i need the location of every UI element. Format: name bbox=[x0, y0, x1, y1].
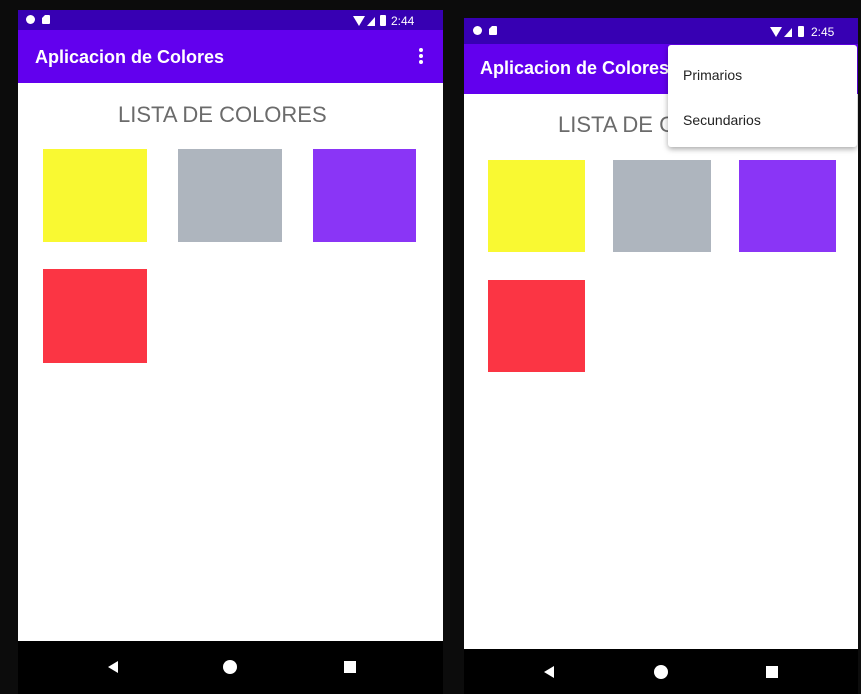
wifi-icon bbox=[353, 16, 365, 26]
page-heading: LISTA DE COLORES bbox=[118, 102, 327, 127]
recents-icon[interactable] bbox=[766, 666, 778, 678]
wifi-icon bbox=[770, 27, 782, 37]
nav-bar bbox=[464, 649, 858, 694]
sd-card-icon bbox=[42, 15, 50, 24]
battery-icon bbox=[380, 15, 386, 26]
menu-item-primarios[interactable]: Primarios bbox=[683, 67, 742, 83]
clock: 2:45 bbox=[811, 25, 835, 39]
app-title: Aplicacion de Colores bbox=[480, 58, 670, 78]
overflow-menu-icon[interactable] bbox=[419, 48, 423, 66]
home-icon[interactable] bbox=[223, 660, 237, 674]
phone-screen-left: 2:44 Aplicacion de Colores LISTA DE COLO… bbox=[18, 10, 443, 694]
color-swatch-red[interactable] bbox=[488, 280, 585, 372]
sd-card-icon bbox=[489, 26, 497, 35]
back-icon[interactable] bbox=[544, 666, 554, 678]
app-bar: Aplicacion de Colores bbox=[18, 30, 443, 83]
status-bar: 2:44 bbox=[18, 10, 443, 30]
back-icon[interactable] bbox=[108, 661, 118, 673]
color-swatch-gray[interactable] bbox=[178, 149, 282, 242]
color-swatch-purple[interactable] bbox=[313, 149, 416, 242]
app-title: Aplicacion de Colores bbox=[35, 47, 225, 67]
color-swatch-yellow[interactable] bbox=[488, 160, 585, 252]
color-swatch-gray[interactable] bbox=[613, 160, 711, 252]
color-swatch-red[interactable] bbox=[43, 269, 147, 363]
battery-icon bbox=[798, 26, 804, 37]
menu-item-secundarios[interactable]: Secundarios bbox=[683, 112, 761, 128]
notification-icon bbox=[26, 15, 35, 24]
signal-icon bbox=[784, 28, 792, 37]
overflow-popup-menu: Primarios Secundarios bbox=[668, 45, 857, 147]
color-swatch-purple[interactable] bbox=[739, 160, 836, 252]
nav-bar bbox=[18, 641, 443, 694]
notification-icon bbox=[473, 26, 482, 35]
home-icon[interactable] bbox=[654, 665, 668, 679]
color-swatch-yellow[interactable] bbox=[43, 149, 147, 242]
recents-icon[interactable] bbox=[344, 661, 356, 673]
phone-screen-right: 2:45 Aplicacion de Colores LISTA DE COLO… bbox=[464, 18, 858, 694]
signal-icon bbox=[367, 17, 375, 26]
clock: 2:44 bbox=[391, 14, 415, 28]
status-bar: 2:45 bbox=[464, 18, 858, 44]
